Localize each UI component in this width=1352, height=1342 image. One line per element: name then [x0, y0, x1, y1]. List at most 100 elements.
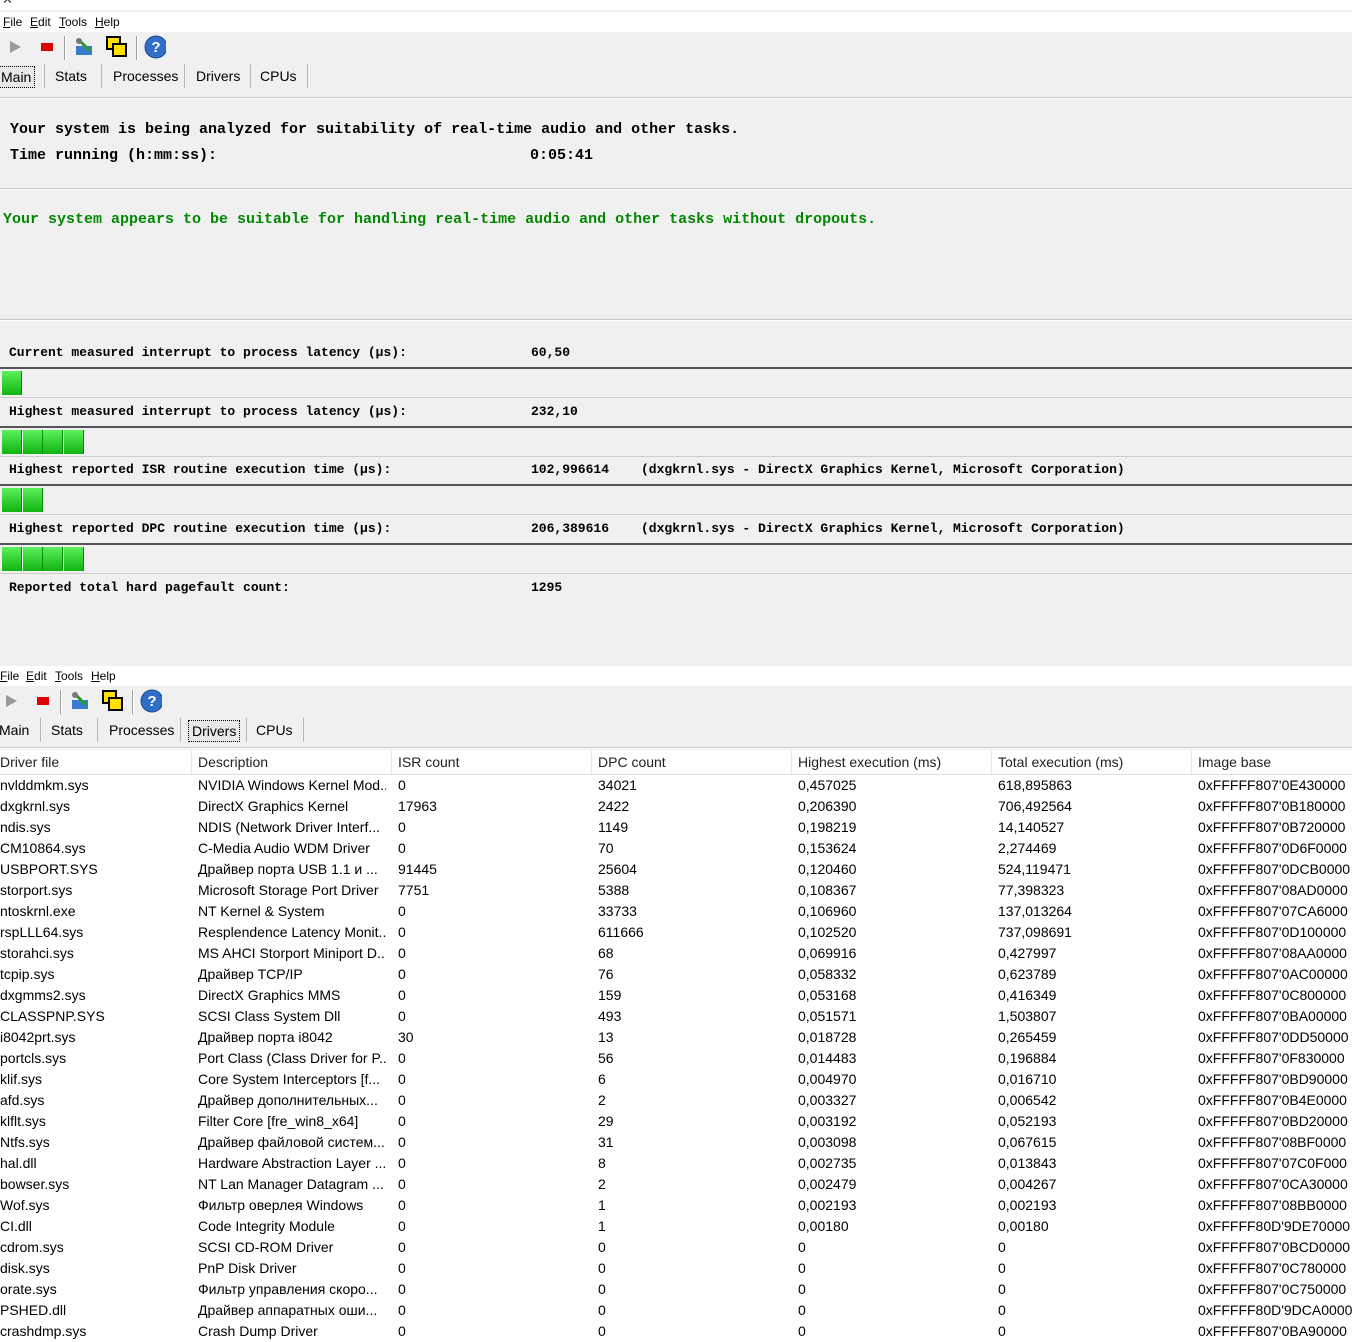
table-row[interactable]: crashdmp.sys Crash Dump Driver 0 0 0 0 0xFFFFF…	[0, 1321, 1352, 1342]
highest-execution-cell: 0,069916	[798, 945, 857, 961]
table-row[interactable]: i8042prt.sys Драйвер порта i8042 30 13 0,018…	[0, 1027, 1352, 1048]
windows-button[interactable]	[102, 690, 124, 712]
highest-execution-cell: 0,108367	[798, 882, 857, 898]
table-row[interactable]: CM10864.sys C-Media Audio WDM Driver 0 70 0,…	[0, 838, 1352, 859]
tab-main[interactable]: Main	[0, 720, 32, 740]
highest-execution-cell: 0,058332	[798, 966, 857, 982]
tab-stats[interactable]: Stats	[52, 66, 90, 86]
table-row[interactable]: nvlddmkm.sys NVIDIA Windows Kernel Mod...…	[0, 775, 1352, 796]
table-row[interactable]: Ntfs.sys Драйвер файловой систем... 0 31 0,0…	[0, 1132, 1352, 1153]
options-button[interactable]	[69, 690, 91, 712]
table-row[interactable]: Wof.sys Фильтр оверлея Windows 0 1 0,002193 0…	[0, 1195, 1352, 1216]
measurement-label: Current measured interrupt to process la…	[9, 345, 407, 360]
measurement-value: 1295	[531, 580, 563, 595]
image-base-cell: 0xFFFFF807'0DD50000	[1198, 1029, 1349, 1045]
table-row[interactable]: CI.dll Code Integrity Module 0 1 0,00180 0,00…	[0, 1216, 1352, 1237]
column-separator[interactable]	[1191, 750, 1192, 774]
table-row[interactable]: tcpip.sys Драйвер TCP/IP 0 76 0,058332 0,6237…	[0, 964, 1352, 985]
table-row[interactable]: dxgkrnl.sys DirectX Graphics Kernel 17963 2…	[0, 796, 1352, 817]
dpc-count-cell: 31	[598, 1134, 614, 1150]
driver-file-cell: hal.dll	[0, 1155, 37, 1171]
table-row[interactable]: dxgmms2.sys DirectX Graphics MMS 0 159 0,053…	[0, 985, 1352, 1006]
table-row[interactable]: storport.sys Microsoft Storage Port Drive…	[0, 880, 1352, 901]
table-row[interactable]: ntoskrnl.exe NT Kernel & System 0 33733 0,10…	[0, 901, 1352, 922]
column-header-highest-execution[interactable]: Highest execution (ms)	[798, 754, 941, 770]
menu-edit[interactable]: Edit	[26, 669, 47, 683]
image-base-cell: 0xFFFFF807'0AC00000	[1198, 966, 1348, 982]
dpc-count-cell: 25604	[598, 861, 637, 877]
table-row[interactable]: cdrom.sys SCSI CD-ROM Driver 0 0 0 0 0xFFFFF80…	[0, 1237, 1352, 1258]
column-header-image-base[interactable]: Image base	[1198, 754, 1271, 770]
tab-stats[interactable]: Stats	[48, 720, 86, 740]
table-row[interactable]: klif.sys Core System Interceptors [f... 0 6…	[0, 1069, 1352, 1090]
column-header-driver-file[interactable]: Driver file	[0, 754, 59, 770]
table-row[interactable]: klflt.sys Filter Core [fre_win8_x64] 0 29 0,…	[0, 1111, 1352, 1132]
tab-drivers[interactable]: Drivers	[188, 720, 241, 742]
play-button[interactable]	[4, 36, 26, 58]
help-button[interactable]: ?	[140, 689, 162, 713]
table-row[interactable]: rspLLL64.sys Resplendence Latency Monit..…	[0, 922, 1352, 943]
tab-cpus[interactable]: CPUs	[253, 720, 296, 740]
description-cell: Hardware Abstraction Layer ...	[198, 1155, 386, 1171]
table-row[interactable]: PSHED.dll Драйвер аппаратных оши... 0 0 0 0 0x…	[0, 1300, 1352, 1321]
total-execution-cell: 77,398323	[998, 882, 1065, 898]
table-row[interactable]: hal.dll Hardware Abstraction Layer ... 0 8 0…	[0, 1153, 1352, 1174]
play-button[interactable]	[0, 690, 22, 712]
column-separator[interactable]	[591, 750, 592, 774]
table-row[interactable]: afd.sys Драйвер дополнительных... 0 2 0,0033…	[0, 1090, 1352, 1111]
table-row[interactable]: bowser.sys NT Lan Manager Datagram ... 0 2 0…	[0, 1174, 1352, 1195]
highest-execution-cell: 0	[798, 1281, 806, 1297]
menu-help[interactable]: Help	[95, 15, 120, 29]
help-button[interactable]: ?	[144, 35, 166, 59]
windows-icon	[102, 690, 123, 711]
tab-main[interactable]: Main	[0, 66, 36, 88]
description-cell: Драйвер TCP/IP	[198, 966, 303, 982]
highest-execution-cell: 0,003192	[798, 1113, 857, 1129]
table-row[interactable]: portcls.sys Port Class (Class Driver for …	[0, 1048, 1352, 1069]
menu-tools[interactable]: Tools	[55, 669, 83, 683]
tab-processes[interactable]: Processes	[110, 66, 181, 86]
table-row[interactable]: orate.sys Фильтр управления скоро... 0 0 0 0 0…	[0, 1279, 1352, 1300]
bar-segment	[23, 430, 43, 454]
stop-button[interactable]	[32, 690, 54, 712]
column-separator[interactable]	[791, 750, 792, 774]
column-header-isr-count[interactable]: ISR count	[398, 754, 459, 770]
dpc-count-cell: 611666	[598, 924, 644, 940]
tab-processes[interactable]: Processes	[106, 720, 177, 740]
column-header-dpc-count[interactable]: DPC count	[598, 754, 666, 770]
column-separator[interactable]	[191, 750, 192, 774]
menu-tools[interactable]: Tools	[59, 15, 87, 29]
table-row[interactable]: ndis.sys NDIS (Network Driver Interf... 0 1…	[0, 817, 1352, 838]
table-row[interactable]: USBPORT.SYS Драйвер порта USB 1.1 и ... 91…	[0, 859, 1352, 880]
options-button[interactable]	[73, 36, 95, 58]
description-cell: PnP Disk Driver	[198, 1260, 297, 1276]
highest-execution-cell: 0,206390	[798, 798, 857, 814]
stop-button[interactable]	[36, 36, 58, 58]
column-header-description[interactable]: Description	[198, 754, 268, 770]
table-row[interactable]: disk.sys PnP Disk Driver 0 0 0 0 0xFFFFF807'0C…	[0, 1258, 1352, 1279]
dpc-count-cell: 34021	[598, 777, 637, 793]
column-separator[interactable]	[991, 750, 992, 774]
table-row[interactable]: CLASSPNP.SYS SCSI Class System Dll 0 493 0,0…	[0, 1006, 1352, 1027]
menu-help[interactable]: Help	[91, 669, 116, 683]
image-base-cell: 0xFFFFF807'0BD90000	[1198, 1071, 1348, 1087]
tab-drivers[interactable]: Drivers	[193, 66, 243, 86]
driver-file-cell: Ntfs.sys	[0, 1134, 50, 1150]
column-header-total-execution[interactable]: Total execution (ms)	[998, 754, 1123, 770]
stop-icon	[37, 697, 49, 705]
menu-file[interactable]: File	[3, 15, 22, 29]
help-icon: ?	[140, 689, 162, 713]
table-row[interactable]: storahci.sys MS AHCI Storport Miniport D.…	[0, 943, 1352, 964]
column-separator[interactable]	[391, 750, 392, 774]
menu-edit[interactable]: Edit	[30, 15, 51, 29]
highest-execution-cell: 0,014483	[798, 1050, 857, 1066]
measurement-label: Reported total hard pagefault count:	[9, 580, 290, 595]
tab-cpus[interactable]: CPUs	[257, 66, 300, 86]
play-icon	[10, 41, 21, 53]
image-base-cell: 0xFFFFF807'0CA30000	[1198, 1176, 1348, 1192]
windows-button[interactable]	[106, 36, 128, 58]
image-base-cell: 0xFFFFF807'0C800000	[1198, 987, 1347, 1003]
image-base-cell: 0xFFFFF807'0BCD0000	[1198, 1239, 1351, 1255]
close-button[interactable]: ✕	[2, 0, 1338, 8]
menu-file[interactable]: File	[0, 669, 19, 683]
